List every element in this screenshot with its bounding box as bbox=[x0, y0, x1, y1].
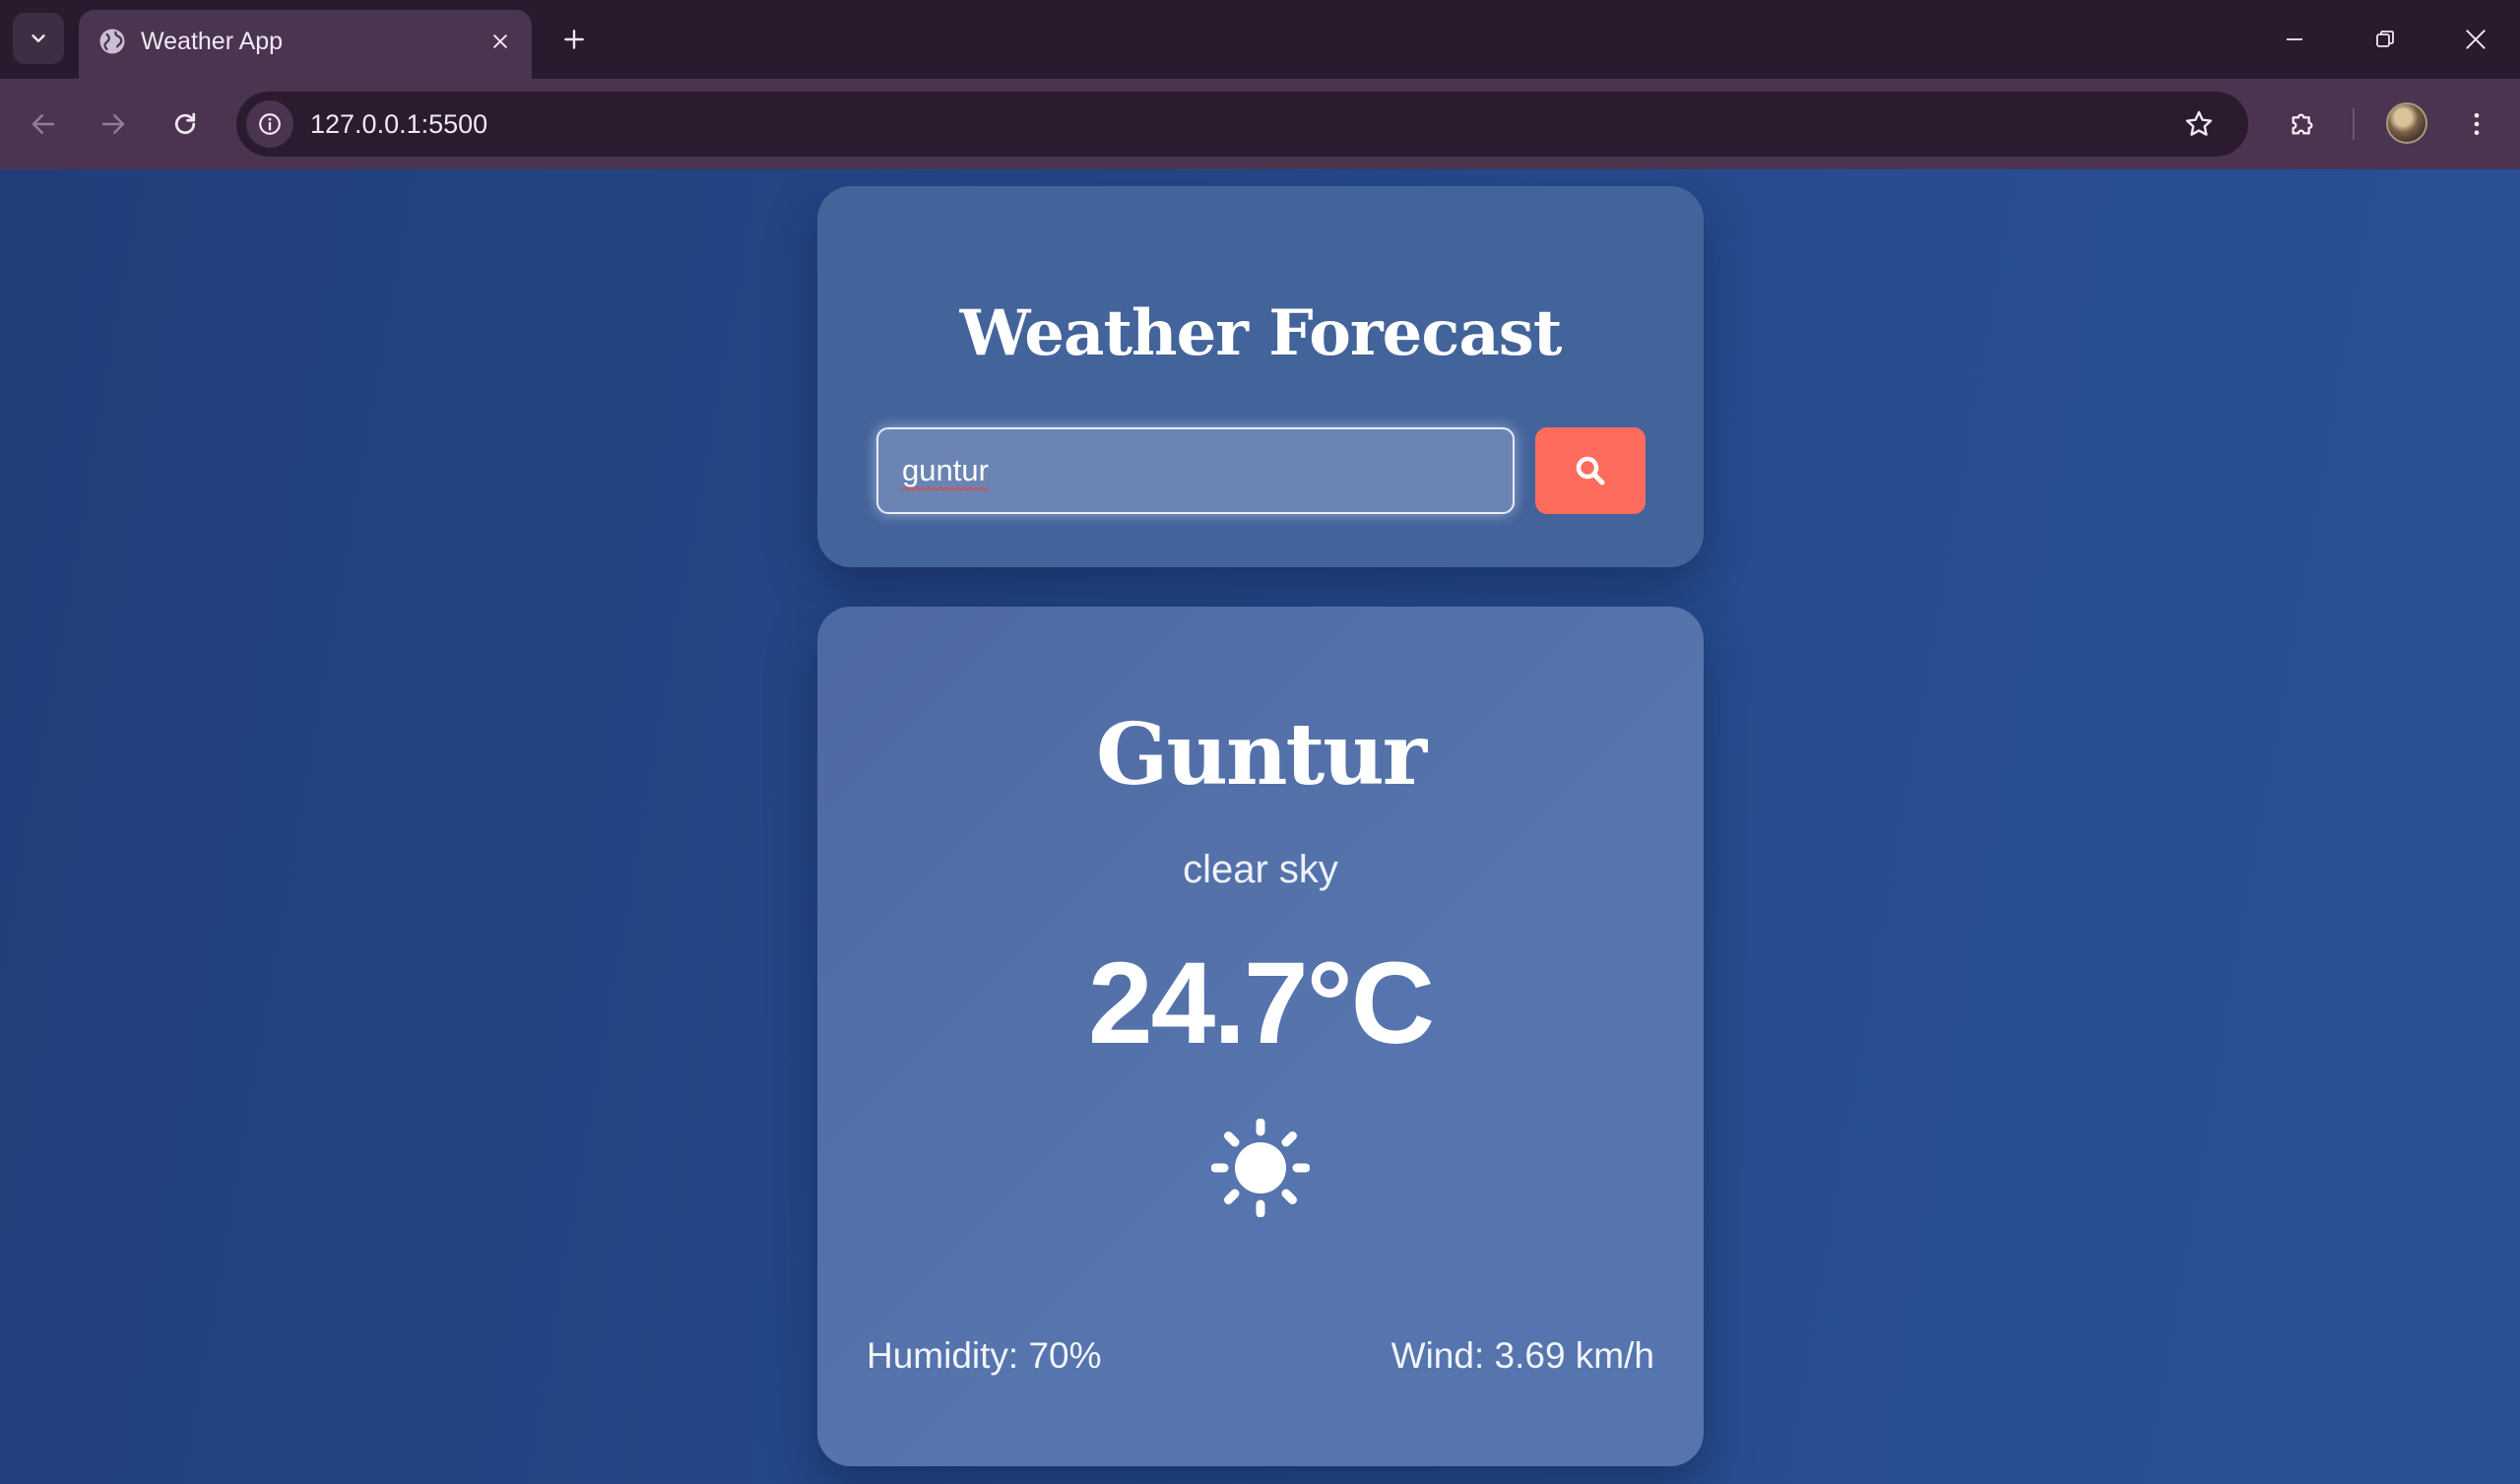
site-info-button[interactable] bbox=[246, 100, 293, 148]
city-name: Guntur bbox=[1095, 705, 1427, 805]
page-viewport: Weather Forecast Guntur clear sky 24.7°C bbox=[0, 169, 2520, 1484]
browser-tab-strip: Weather App bbox=[0, 0, 2520, 79]
tab-close-button[interactable] bbox=[484, 25, 517, 58]
close-window-button[interactable] bbox=[2456, 20, 2495, 59]
bookmark-button[interactable] bbox=[2179, 104, 2219, 144]
search-icon bbox=[1576, 456, 1605, 485]
info-icon bbox=[259, 113, 281, 135]
close-icon bbox=[2466, 30, 2486, 49]
weather-condition: clear sky bbox=[1183, 848, 1338, 891]
tab-title: Weather App bbox=[141, 28, 284, 55]
sun-icon bbox=[1211, 1119, 1310, 1217]
app-title: Weather Forecast bbox=[959, 296, 1563, 370]
browser-toolbar: 127.0.0.1:5500 bbox=[0, 79, 2520, 169]
kebab-icon bbox=[2474, 112, 2480, 136]
forward-button[interactable] bbox=[92, 102, 135, 146]
restore-icon bbox=[2376, 31, 2394, 47]
reload-button[interactable] bbox=[163, 102, 207, 146]
arrow-right-icon bbox=[101, 114, 125, 134]
arrow-left-icon bbox=[32, 114, 55, 134]
back-button[interactable] bbox=[22, 102, 65, 146]
restore-button[interactable] bbox=[2365, 20, 2405, 59]
search-card: Weather Forecast bbox=[817, 186, 1704, 567]
url-text: 127.0.0.1:5500 bbox=[310, 109, 488, 139]
wind-value: Wind: 3.69 km/h bbox=[1390, 1335, 1654, 1376]
extensions-button[interactable] bbox=[2281, 102, 2324, 146]
browser-tab[interactable]: Weather App bbox=[79, 10, 532, 79]
search-button[interactable] bbox=[1535, 427, 1646, 514]
chevron-down-icon bbox=[32, 34, 45, 42]
close-icon bbox=[493, 34, 507, 48]
minimize-icon bbox=[2287, 38, 2302, 40]
city-search-input[interactable] bbox=[876, 427, 1515, 514]
reload-icon bbox=[174, 112, 196, 135]
plus-icon bbox=[564, 30, 584, 49]
profile-avatar[interactable] bbox=[2386, 102, 2427, 144]
weather-card: Guntur clear sky 24.7°C Humidity: 70% Wi… bbox=[817, 607, 1704, 1466]
star-icon bbox=[2185, 110, 2213, 136]
new-tab-button[interactable] bbox=[556, 22, 592, 57]
address-bar[interactable]: 127.0.0.1:5500 bbox=[236, 92, 2248, 157]
humidity-value: Humidity: 70% bbox=[867, 1335, 1102, 1376]
minimize-button[interactable] bbox=[2275, 20, 2314, 59]
globe-icon bbox=[99, 29, 125, 54]
browser-menu-button[interactable] bbox=[2455, 102, 2498, 146]
toolbar-separator bbox=[2353, 108, 2355, 140]
temperature: 24.7°C bbox=[1087, 938, 1435, 1068]
puzzle-icon bbox=[2292, 113, 2313, 135]
spellcheck-underline bbox=[902, 486, 989, 491]
tab-search-button[interactable] bbox=[13, 13, 64, 64]
